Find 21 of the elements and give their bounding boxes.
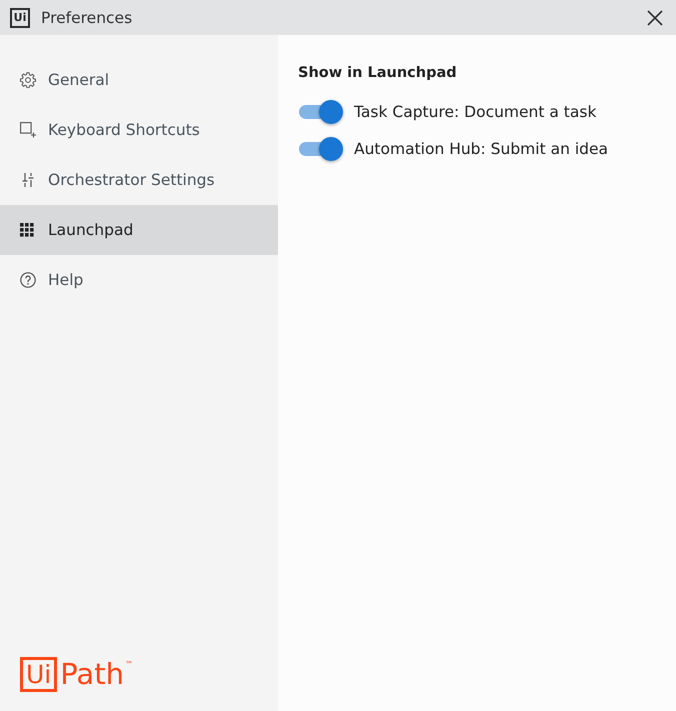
square-plus-icon <box>20 122 36 138</box>
window-title: Preferences <box>41 8 132 26</box>
toggle-label: Automation Hub: Submit an idea <box>354 140 608 158</box>
gear-icon <box>20 72 36 88</box>
logo-text: Path <box>60 657 124 692</box>
help-icon <box>20 272 36 288</box>
sidebar-item[interactable]: Keyboard Shortcuts <box>0 105 278 155</box>
trademark-sign: ™ <box>124 660 133 669</box>
sidebar-item[interactable]: Launchpad <box>0 205 278 255</box>
toggle-label: Task Capture: Document a task <box>354 102 596 120</box>
app-logo: Ui <box>10 8 30 28</box>
close-icon <box>647 10 663 26</box>
logo-box: Ui <box>20 657 58 692</box>
sidebar-item[interactable]: General <box>0 55 278 105</box>
sidebar-item[interactable]: Help <box>0 255 278 305</box>
section-heading: Show in Launchpad <box>298 64 458 83</box>
toggle-switch[interactable] <box>298 136 344 162</box>
toggle-switch[interactable] <box>298 98 344 124</box>
sliders-icon <box>20 172 36 188</box>
grid-icon <box>20 223 34 237</box>
sidebar-item[interactable]: Orchestrator Settings <box>0 155 278 205</box>
